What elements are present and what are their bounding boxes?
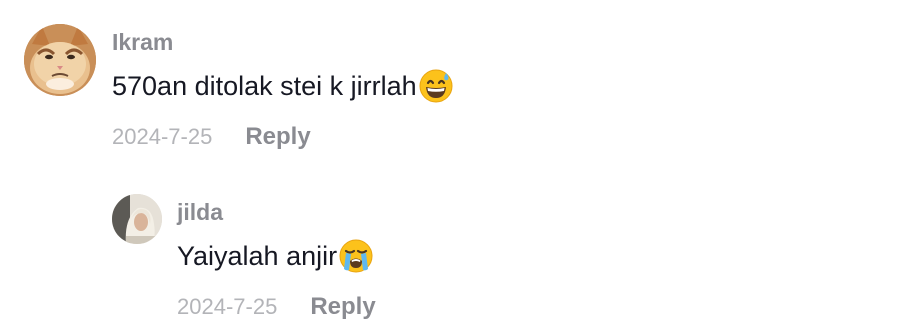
comment-text-row: Yaiyalah anjir bbox=[177, 238, 373, 274]
reply-button[interactable]: Reply bbox=[245, 124, 310, 150]
cat-avatar-icon bbox=[24, 24, 96, 96]
grinning-face-with-sweat-icon bbox=[419, 69, 453, 103]
avatar[interactable] bbox=[112, 194, 162, 244]
person-hijab-avatar-icon bbox=[112, 194, 162, 244]
avatar[interactable] bbox=[24, 24, 96, 96]
comment-date: 2024-7-25 bbox=[177, 294, 278, 319]
username[interactable]: Ikram bbox=[112, 29, 173, 55]
username[interactable]: jilda bbox=[177, 199, 223, 225]
comment-text: 570an ditolak stei k jirrlah bbox=[112, 71, 417, 101]
comment-meta: 2024-7-25 Reply bbox=[112, 124, 311, 150]
loudly-crying-face-icon bbox=[339, 239, 373, 273]
comment-text-row: 570an ditolak stei k jirrlah bbox=[112, 68, 453, 104]
comment-date: 2024-7-25 bbox=[112, 124, 213, 149]
reply-button[interactable]: Reply bbox=[310, 294, 375, 320]
comment-text: Yaiyalah anjir bbox=[177, 241, 338, 271]
comment-meta: 2024-7-25 Reply bbox=[177, 294, 376, 320]
